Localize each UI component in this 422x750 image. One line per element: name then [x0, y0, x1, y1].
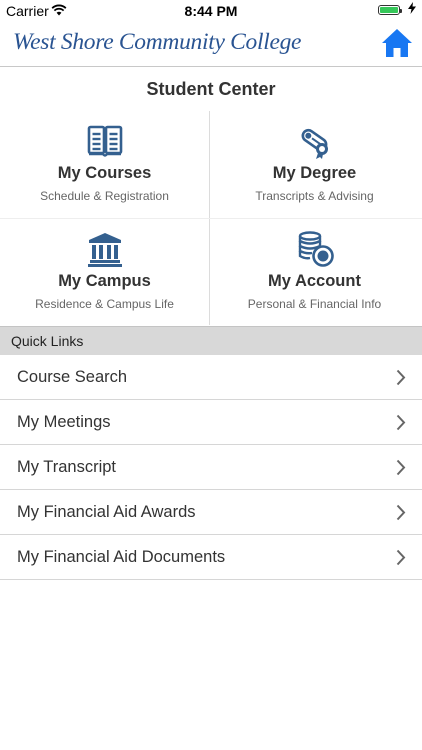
quick-link-financial-aid-awards[interactable]: My Financial Aid Awards [0, 490, 422, 535]
my-campus-tile[interactable]: My Campus Residence & Campus Life [0, 219, 209, 326]
quick-link-financial-aid-documents[interactable]: My Financial Aid Documents [0, 535, 422, 580]
student-center-title: Student Center [146, 79, 276, 99]
open-book-icon [0, 123, 209, 163]
charging-bolt-icon [408, 2, 416, 17]
status-time: 8:44 PM [184, 3, 238, 19]
my-campus-subtitle: Residence & Campus Life [35, 297, 174, 311]
home-button[interactable] [378, 25, 416, 61]
chevron-right-icon [396, 504, 406, 521]
my-account-title: My Account [268, 272, 361, 290]
college-logo-text: West Shore Community College [13, 29, 302, 55]
chevron-right-icon [396, 414, 406, 431]
quick-link-label: My Financial Aid Documents [17, 548, 226, 566]
quick-link-label: My Meetings [17, 413, 111, 431]
my-account-tile[interactable]: My Account Personal & Financial Info [210, 219, 419, 326]
my-degree-tile[interactable]: My Degree Transcripts & Advising [210, 111, 419, 218]
quick-links-list: Course Search My Meetings My Transcript … [0, 355, 422, 580]
my-degree-subtitle: Transcripts & Advising [255, 189, 374, 203]
chevron-right-icon [396, 549, 406, 566]
battery-level [380, 7, 398, 13]
chevron-right-icon [396, 459, 406, 476]
quick-link-course-search[interactable]: Course Search [0, 355, 422, 400]
status-bar: Carrier 8:44 PM [0, 0, 422, 22]
quick-link-label: My Transcript [17, 458, 117, 476]
chevron-right-icon [396, 369, 406, 386]
battery-cap [400, 9, 402, 13]
quick-link-label: Course Search [17, 368, 128, 386]
quick-link-my-meetings[interactable]: My Meetings [0, 400, 422, 445]
my-courses-title: My Courses [57, 164, 152, 182]
coins-icon [210, 231, 419, 271]
battery-icon [378, 5, 402, 15]
my-account-subtitle: Personal & Financial Info [247, 297, 382, 311]
building-columns-icon [0, 231, 209, 271]
quick-link-label: My Financial Aid Awards [17, 503, 196, 521]
my-courses-tile[interactable]: My Courses Schedule & Registration [0, 111, 209, 218]
my-campus-title: My Campus [58, 272, 151, 290]
my-degree-title: My Degree [272, 164, 357, 182]
quick-links-header: Quick Links [0, 326, 422, 355]
my-courses-subtitle: Schedule & Registration [40, 189, 169, 203]
diploma-icon [210, 123, 419, 163]
quick-link-my-transcript[interactable]: My Transcript [0, 445, 422, 490]
home-icon [382, 29, 412, 57]
student-center-grid: My Courses Schedule & Registration My De… [0, 111, 422, 325]
app-header: West Shore Community College [0, 22, 422, 67]
quick-links-title: Quick Links [11, 333, 84, 349]
